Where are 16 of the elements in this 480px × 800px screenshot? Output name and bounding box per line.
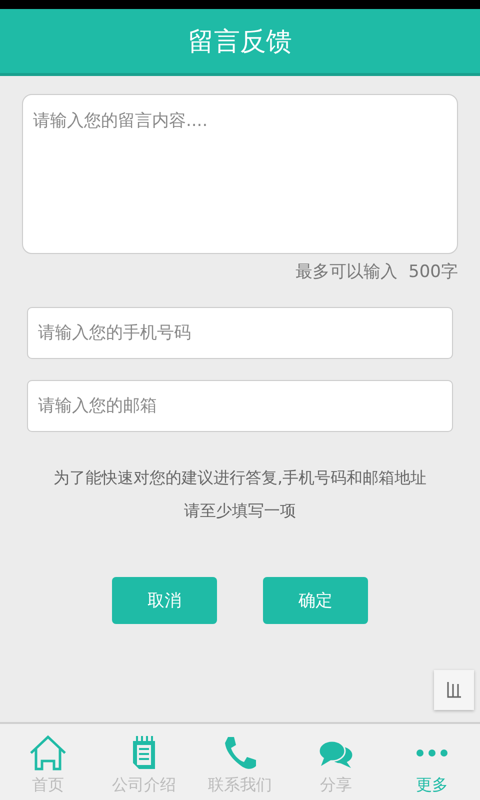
home-icon [29, 735, 67, 771]
confirm-button[interactable]: 确定 [263, 577, 368, 624]
phone-icon [222, 735, 258, 771]
message-field[interactable]: 请输入您的留言内容.... [22, 94, 458, 254]
bracket-icon [445, 681, 463, 699]
limit-note: 最多可以输入 500字 [296, 261, 458, 283]
hint-text: 为了能快速对您的建议进行答复,手机号码和邮箱地址请至少填写一项 [52, 467, 428, 522]
page-title: 留言反馈 [188, 26, 292, 58]
nav-tab[interactable]: 更多 [384, 724, 480, 800]
email-field[interactable]: 请输入您的邮箱 [27, 380, 453, 432]
phone-field[interactable]: 请输入您的手机号码 [27, 307, 453, 359]
more-icon [416, 749, 448, 757]
notepad-icon [131, 735, 157, 771]
chat-icon [318, 739, 354, 771]
cancel-button[interactable]: 取消 [112, 577, 217, 624]
float-button[interactable] [434, 670, 474, 710]
